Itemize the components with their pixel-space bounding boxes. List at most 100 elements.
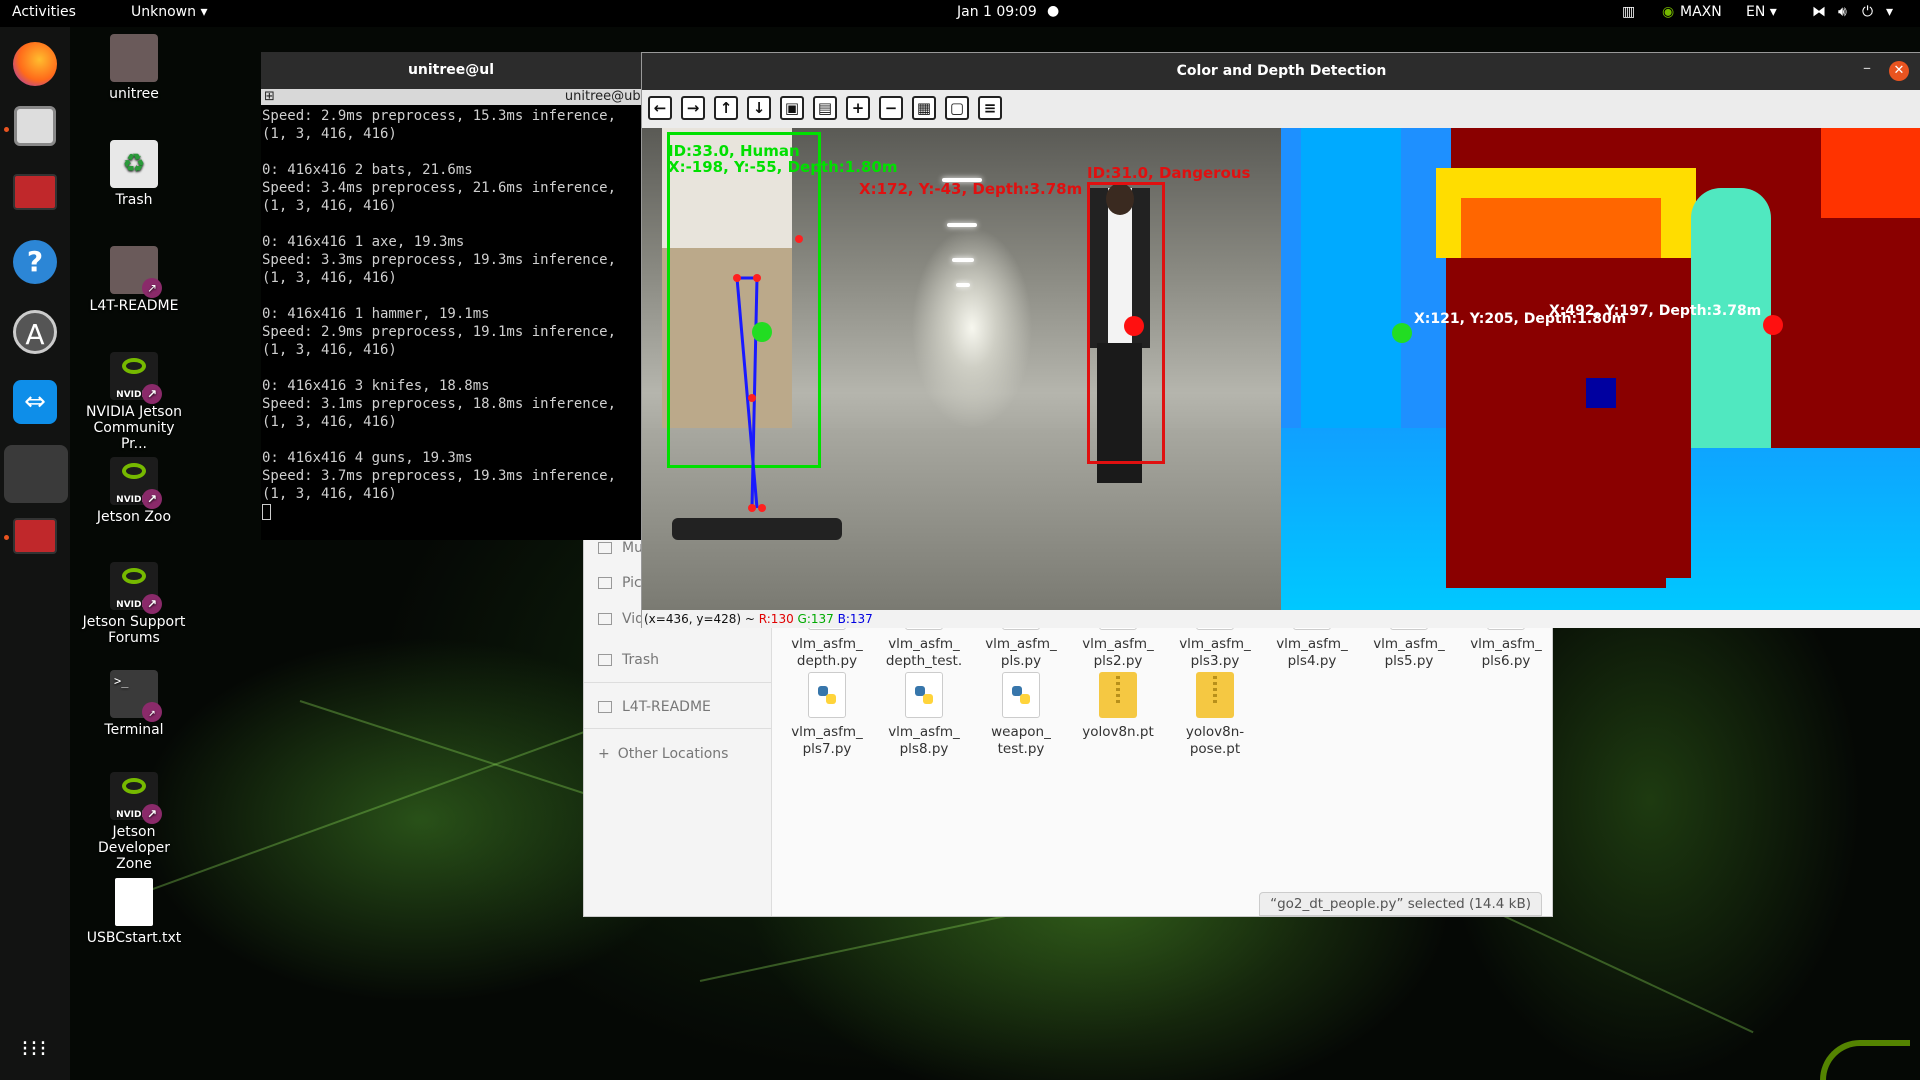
help-icon[interactable]: ?	[10, 237, 60, 287]
firefox-icon[interactable]	[10, 39, 60, 89]
plus-icon: +	[598, 746, 610, 762]
file-name: yolov8n.pt	[1082, 724, 1154, 740]
file-name: yolov8n- pose.pt	[1185, 724, 1245, 757]
network-monitor-icon[interactable]: ▥	[1622, 4, 1635, 20]
close-icon[interactable]: ✕	[1889, 61, 1909, 81]
depth-right-label: X:492, Y:197, Depth:3.78m	[1549, 303, 1762, 319]
zoom-in-icon[interactable]: +	[846, 96, 870, 120]
desktop-icon-label: Terminal	[104, 722, 164, 738]
network-icon[interactable]: ⧓	[1812, 4, 1826, 20]
desktop-icon-label: NVIDIA Jetson Community Pr...	[85, 404, 183, 452]
sidebar-divider	[584, 682, 772, 683]
desktop-icon-terminal[interactable]: >_ ↗ Terminal	[79, 670, 189, 738]
human-position-label: X:-198, Y:-55, Depth:1.80m	[668, 158, 898, 176]
pan-right-icon[interactable]: →	[681, 96, 705, 120]
selection-status: “go2_dt_people.py” selected (14.4 kB)	[1259, 892, 1542, 916]
desktop-icon-jetson-devzone[interactable]: NVIDIA ↗ Jetson Developer Zone	[79, 772, 189, 872]
zoom-original-icon[interactable]: ▤	[813, 96, 837, 120]
trash-icon	[598, 654, 612, 666]
terminal-output[interactable]: Speed: 2.9ms preprocess, 15.3ms inferenc…	[261, 105, 641, 540]
sidebar-item-music[interactable]: Mu	[598, 540, 643, 556]
sidebar-item-label: Trash	[622, 652, 659, 668]
sidebar-item-label: Other Locations	[617, 746, 729, 762]
chevron-down-icon: ▾	[200, 4, 208, 20]
language-selector[interactable]: EN ▾	[1746, 4, 1777, 20]
file-item[interactable]: weapon_ test.py	[971, 672, 1071, 758]
app-menu-label: Unknown	[131, 4, 196, 20]
sidebar-divider	[584, 728, 772, 729]
file-item[interactable]: yolov8n- pose.pt	[1165, 672, 1265, 758]
desktop-icon-usbcstart[interactable]: USBCstart.txt	[79, 878, 189, 946]
teamviewer-icon[interactable]: ⇔	[10, 377, 60, 427]
terminal-line: Speed: 3.7ms preprocess, 19.3ms inferenc…	[262, 468, 617, 484]
file-name: weapon_ test.py	[991, 724, 1051, 757]
software-center-icon[interactable]: A	[10, 307, 60, 357]
file-name: vlm_asfm_ pls3.py	[1179, 636, 1251, 669]
sidebar-item-l4t-readme[interactable]: L4T-README	[598, 699, 711, 715]
save-icon[interactable]: ▦	[912, 96, 936, 120]
terminal-title[interactable]: unitree@ul	[261, 52, 641, 89]
app-grid-icon[interactable]: ⁝⁝⁝	[10, 1025, 60, 1075]
pan-up-icon[interactable]: ↑	[714, 96, 738, 120]
pose-skeleton	[733, 235, 1144, 512]
desktop-icon-label: Jetson Zoo	[96, 509, 172, 525]
desktop-icon-home[interactable]: unitree	[79, 34, 189, 102]
system-monitor-icon[interactable]	[10, 511, 60, 561]
terminal-line: (1, 3, 416, 416)	[262, 270, 397, 286]
file-item[interactable]: vlm_asfm_ pls7.py	[777, 672, 877, 758]
file-item[interactable]: vlm_asfm_ pls8.py	[874, 672, 974, 758]
drive-icon	[598, 701, 612, 713]
app-menu[interactable]: Unknown ▾	[131, 4, 207, 20]
chevron-down-icon: ▾	[1769, 4, 1777, 20]
videos-icon	[598, 613, 612, 625]
minimize-icon[interactable]: –	[1859, 60, 1875, 79]
pan-down-icon[interactable]: ↓	[747, 96, 771, 120]
terminal-tab[interactable]: ⊞ unitree@ub	[261, 89, 641, 105]
power-icon[interactable]: ⏻	[1862, 4, 1873, 20]
notification-dot-icon: ●	[1047, 3, 1060, 19]
desktop-icon-l4t-readme[interactable]: ↗ L4T-README	[79, 246, 189, 314]
terminal-line: Speed: 3.4ms preprocess, 21.6ms inferenc…	[262, 180, 617, 196]
file-item[interactable]: yolov8n.pt	[1068, 672, 1168, 741]
chevron-down-icon[interactable]: ▾	[1886, 4, 1893, 20]
language-label: EN	[1746, 4, 1766, 20]
sidebar-item-trash[interactable]: Trash	[598, 652, 659, 668]
active-app-icon[interactable]	[4, 445, 68, 503]
volume-icon[interactable]: 🔊︎	[1838, 4, 1847, 20]
system-monitor-icon[interactable]	[10, 167, 60, 217]
sidebar-item-videos[interactable]: Vid	[598, 611, 644, 627]
terminal-line: Speed: 3.1ms preprocess, 18.8ms inferenc…	[262, 396, 617, 412]
nvidia-watermark	[1820, 1040, 1910, 1080]
sidebar-item-other-locations[interactable]: + Other Locations	[598, 746, 728, 762]
file-name: vlm_asfm_ pls6.py	[1470, 636, 1542, 669]
desktop-icon-jetson-zoo[interactable]: NVIDIA ↗ Jetson Zoo	[79, 457, 189, 525]
dock: ? A ⇔ ⁝⁝⁝	[0, 27, 70, 1080]
detection-window-title[interactable]: Color and Depth Detection	[642, 53, 1920, 90]
terminal-line: Speed: 2.9ms preprocess, 15.3ms inferenc…	[262, 108, 617, 124]
zoom-fit-icon[interactable]: ▣	[780, 96, 804, 120]
link-icon: ↗	[142, 804, 162, 824]
files-icon[interactable]	[10, 101, 60, 151]
file-name: vlm_asfm_ pls4.py	[1276, 636, 1348, 669]
terminal-line: Speed: 3.3ms preprocess, 19.3ms inferenc…	[262, 252, 617, 268]
desktop-icon-jetson-forums[interactable]: NVIDIA ↗ Jetson Support Forums	[79, 562, 189, 646]
properties-icon[interactable]: ≡	[978, 96, 1002, 120]
copy-icon[interactable]: ▢	[945, 96, 969, 120]
clock[interactable]: Jan 1 09:09	[957, 4, 1037, 20]
pan-left-icon[interactable]: ←	[648, 96, 672, 120]
dangerous-position-label: X:172, Y:-43, Depth:3.78m	[859, 180, 1083, 198]
color-camera-view[interactable]: ID:33.0, Human X:-198, Y:-55, Depth:1.80…	[642, 128, 1281, 610]
activities-button[interactable]: Activities	[12, 4, 76, 20]
desktop-icon-nvidia-community[interactable]: NVIDIA ↗ NVIDIA Jetson Community Pr...	[79, 352, 189, 452]
desktop-icon-label: unitree	[109, 86, 159, 102]
desktop-icon-trash[interactable]: ♻ Trash	[79, 140, 189, 208]
trash-icon: ♻	[110, 140, 158, 188]
depth-camera-view[interactable]: X:121, Y:205, Depth:1.80m X:492, Y:197, …	[1281, 128, 1920, 610]
sidebar-item-pictures[interactable]: Pic	[598, 575, 642, 591]
green-value: G:137	[797, 612, 834, 626]
power-mode[interactable]: MAXN	[1680, 4, 1722, 20]
zoom-out-icon[interactable]: −	[879, 96, 903, 120]
desktop-icon-label: Jetson Developer Zone	[97, 824, 170, 872]
